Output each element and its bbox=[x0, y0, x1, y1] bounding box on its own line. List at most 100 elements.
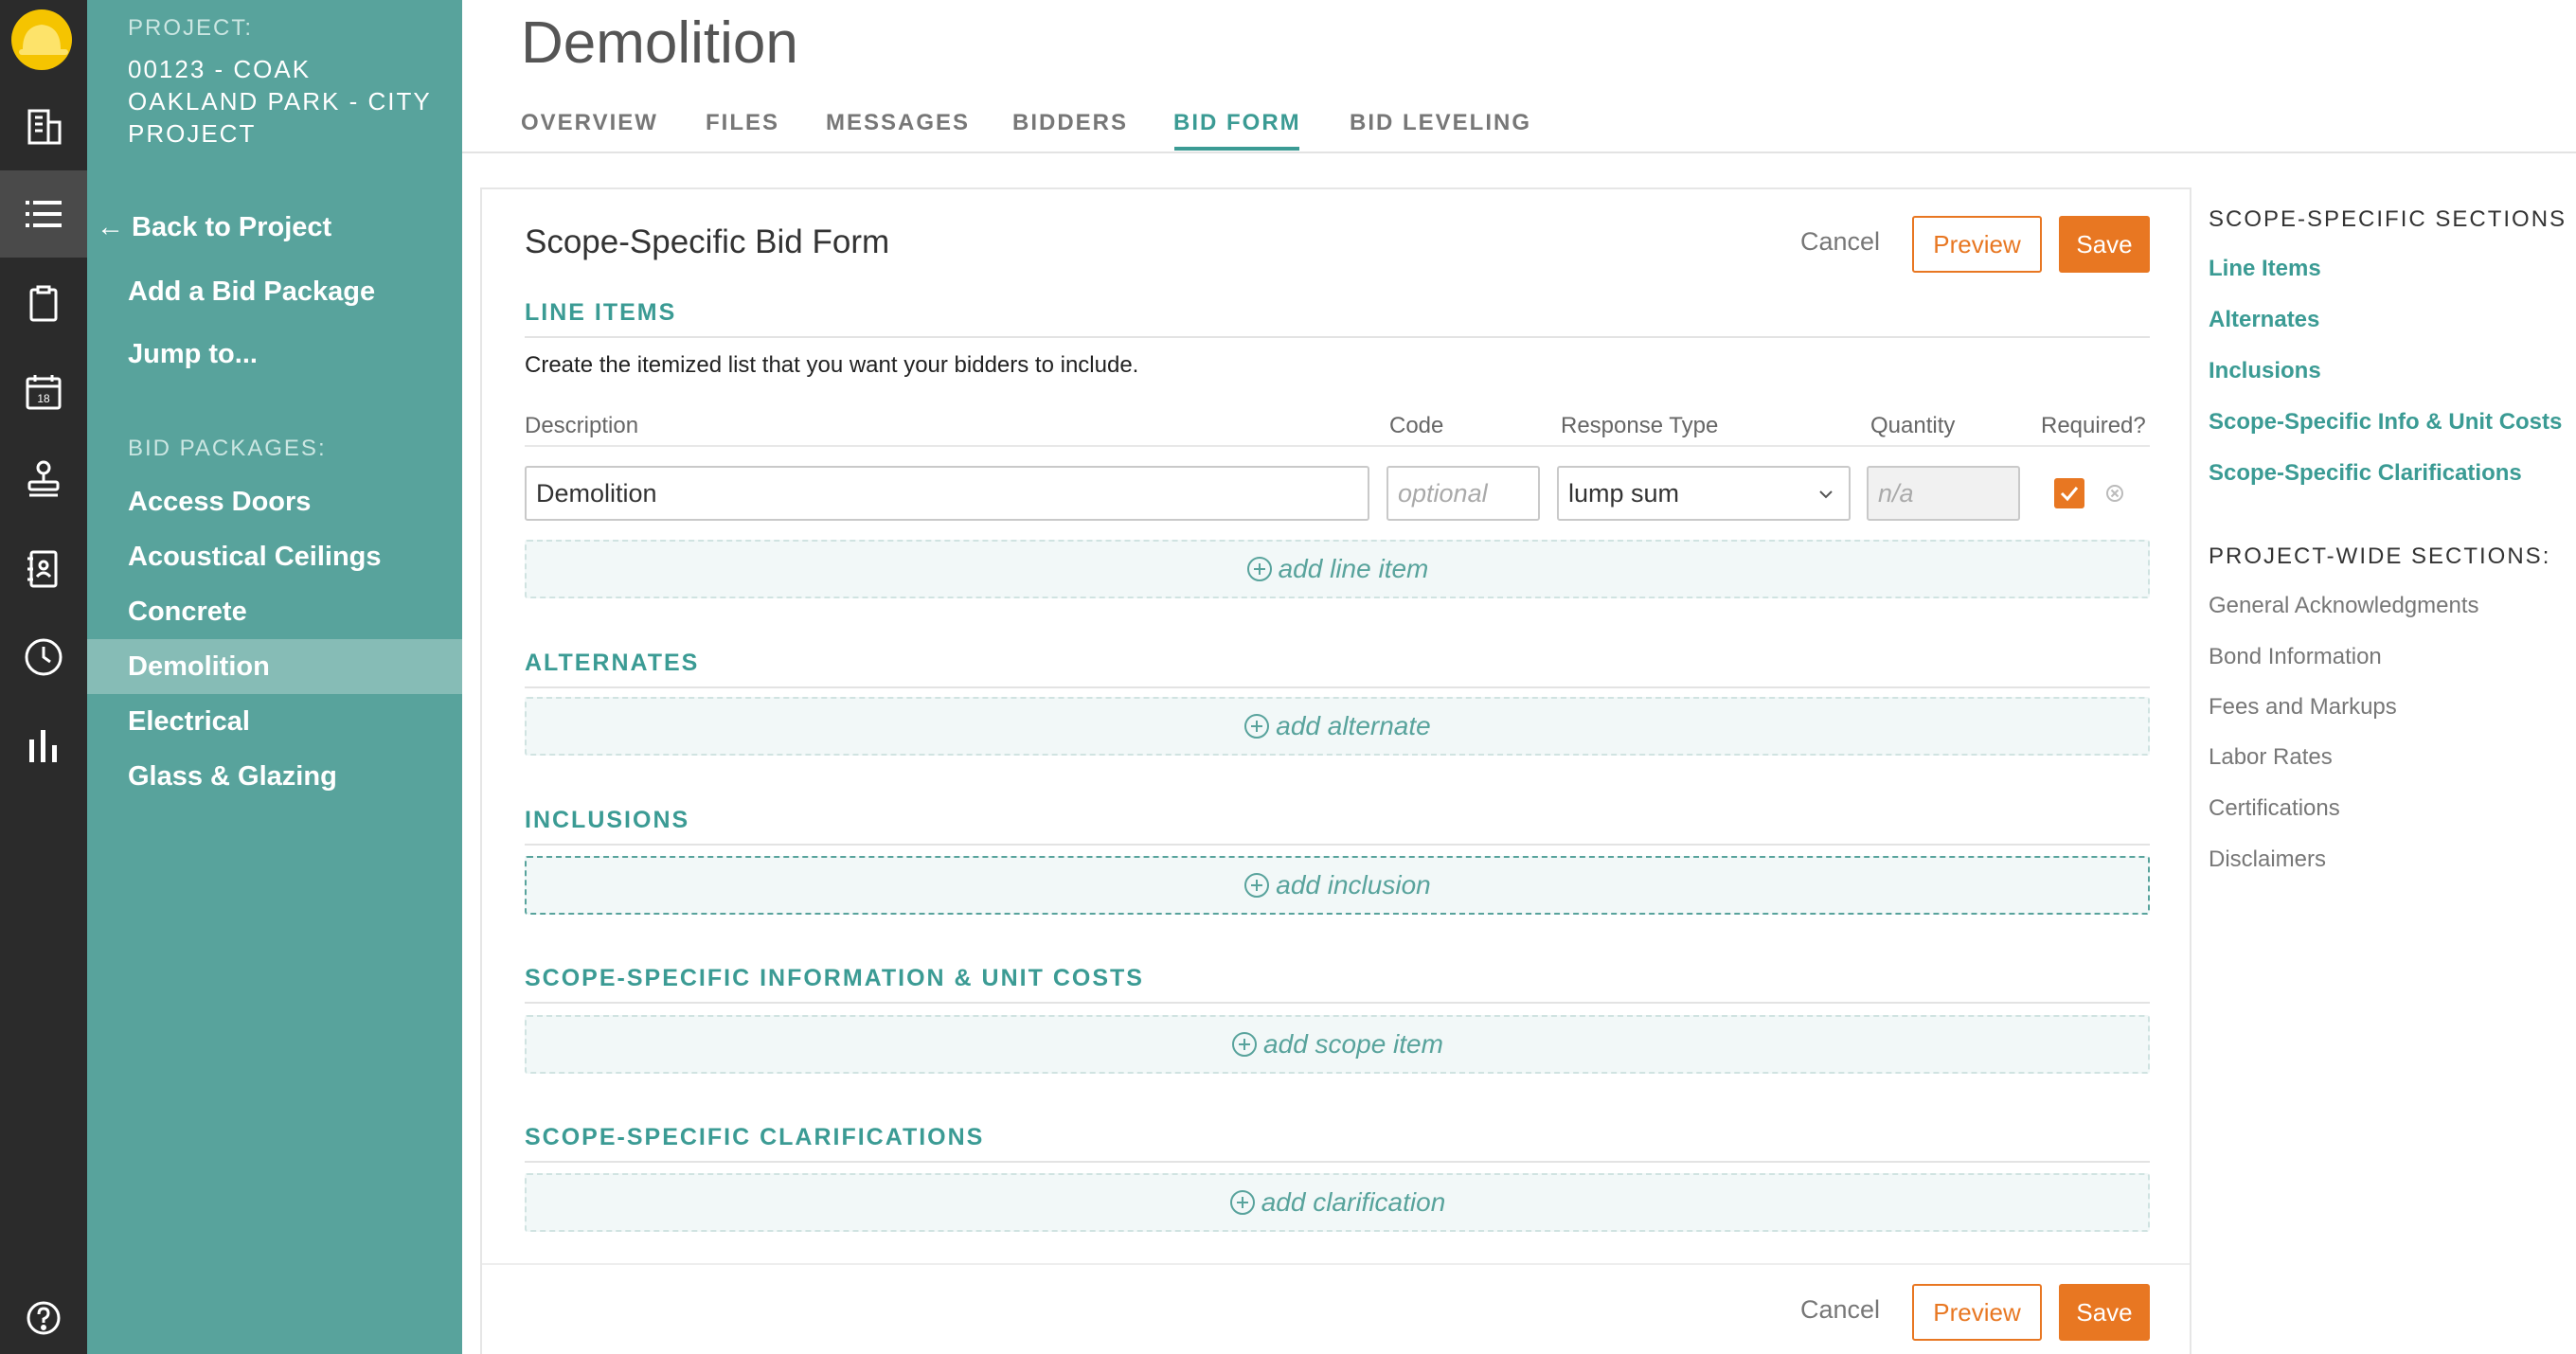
tab-bid-leveling[interactable]: BID LEVELING bbox=[1350, 110, 1531, 136]
description-input[interactable]: Demolition bbox=[525, 466, 1369, 521]
required-checkbox[interactable] bbox=[2054, 478, 2084, 508]
rail-approvals[interactable] bbox=[0, 436, 87, 523]
preview-button-bottom[interactable]: Preview bbox=[1912, 1284, 2042, 1341]
add-alternate-label: add alternate bbox=[1276, 711, 1431, 740]
rail-directory[interactable] bbox=[0, 526, 87, 613]
section-link[interactable]: Scope-Specific Clarifications bbox=[2209, 460, 2522, 487]
line-items-heading: LINE ITEMS bbox=[525, 299, 2150, 338]
inclusions-heading: INCLUSIONS bbox=[525, 807, 2150, 846]
section-link[interactable]: Alternates bbox=[2209, 307, 2319, 333]
calendar-day: 18 bbox=[37, 392, 50, 405]
stamp-icon bbox=[27, 460, 60, 497]
project-section-link[interactable]: Certifications bbox=[2209, 795, 2340, 822]
active-tab-indicator bbox=[1174, 147, 1299, 151]
column-required: Required? bbox=[2041, 413, 2146, 438]
save-button-bottom[interactable]: Save bbox=[2059, 1284, 2150, 1341]
hardhat-logo-icon[interactable] bbox=[9, 8, 74, 72]
project-section-link[interactable]: Bond Information bbox=[2209, 644, 2382, 670]
column-description: Description bbox=[525, 413, 639, 438]
tab-bidders[interactable]: BIDDERS bbox=[1012, 110, 1128, 136]
section-link[interactable]: Line Items bbox=[2209, 256, 2321, 282]
bid-packages-label: BID PACKAGES: bbox=[128, 436, 327, 461]
column-response-type: Response Type bbox=[1561, 413, 1719, 438]
remove-row-icon[interactable] bbox=[2105, 484, 2124, 503]
chevron-down-icon bbox=[1819, 490, 1833, 499]
plus-circle-icon bbox=[1244, 873, 1270, 898]
cancel-button[interactable]: Cancel bbox=[1800, 227, 1880, 257]
scope-sections-heading: SCOPE-SPECIFIC SECTIONS bbox=[2209, 206, 2567, 232]
project-section-link[interactable]: Labor Rates bbox=[2209, 744, 2333, 771]
clock-icon bbox=[25, 638, 63, 676]
section-link[interactable]: Scope-Specific Info & Unit Costs bbox=[2209, 409, 2562, 436]
add-alternate-button[interactable]: add alternate bbox=[525, 697, 2150, 756]
tab-files[interactable]: FILES bbox=[706, 110, 779, 136]
project-sections-heading: PROJECT-WIDE SECTIONS: bbox=[2209, 543, 2551, 569]
plus-circle-icon bbox=[1244, 714, 1270, 739]
clarifications-heading: SCOPE-SPECIFIC CLARIFICATIONS bbox=[525, 1124, 2150, 1163]
bar-chart-icon bbox=[29, 730, 57, 762]
code-input[interactable]: optional bbox=[1386, 466, 1540, 521]
bid-package-item[interactable]: Glass & Glazing bbox=[87, 749, 462, 804]
add-line-item-label: add line item bbox=[1278, 554, 1429, 583]
tab-overview[interactable]: OVERVIEW bbox=[521, 110, 658, 136]
add-line-item-button[interactable]: add line item bbox=[525, 540, 2150, 598]
add-scope-item-button[interactable]: add scope item bbox=[525, 1015, 2150, 1074]
add-bid-package-link[interactable]: Add a Bid Package bbox=[128, 276, 375, 308]
help-icon bbox=[27, 1301, 61, 1335]
rail-history[interactable] bbox=[0, 614, 87, 701]
list-icon bbox=[26, 201, 62, 227]
bid-package-item[interactable]: Acoustical Ceilings bbox=[87, 529, 462, 584]
bid-form-card: Scope-Specific Bid Form Cancel Preview S… bbox=[480, 187, 2191, 1354]
page-title: Demolition bbox=[521, 10, 798, 76]
project-sidebar: PROJECT: 00123 - COAK OAKLAND PARK - CIT… bbox=[87, 0, 462, 1354]
preview-button[interactable]: Preview bbox=[1912, 216, 2042, 273]
project-name: 00123 - COAK OAKLAND PARK - CITY PROJECT bbox=[128, 55, 432, 148]
project-section-link[interactable]: General Acknowledgments bbox=[2209, 593, 2479, 619]
column-code: Code bbox=[1389, 413, 1444, 438]
clipboard-icon bbox=[29, 285, 58, 322]
project-label: PROJECT: bbox=[128, 15, 254, 41]
scope-info-heading: SCOPE-SPECIFIC INFORMATION & UNIT COSTS bbox=[525, 965, 2150, 1004]
response-type-value: lump sum bbox=[1568, 478, 1680, 508]
tab-bid-form[interactable]: BID FORM bbox=[1173, 110, 1301, 136]
response-type-select[interactable]: lump sum bbox=[1557, 466, 1851, 521]
plus-circle-icon bbox=[1229, 1190, 1255, 1215]
add-inclusion-label: add inclusion bbox=[1276, 870, 1431, 900]
footer-divider bbox=[482, 1263, 2190, 1265]
tab-messages[interactable]: MESSAGES bbox=[826, 110, 970, 136]
rail-tasks[interactable] bbox=[0, 260, 87, 347]
alternates-heading: ALTERNATES bbox=[525, 650, 2150, 688]
bid-package-item-active[interactable]: Demolition bbox=[87, 639, 462, 694]
section-link[interactable]: Inclusions bbox=[2209, 358, 2321, 384]
project-section-link[interactable]: Fees and Markups bbox=[2209, 694, 2397, 721]
bid-package-item[interactable]: Access Doors bbox=[87, 474, 462, 529]
add-clarification-button[interactable]: add clarification bbox=[525, 1173, 2150, 1232]
icon-rail: 18 bbox=[0, 0, 87, 1354]
header-divider bbox=[462, 151, 2576, 153]
column-quantity: Quantity bbox=[1870, 413, 1956, 438]
add-inclusion-button[interactable]: add inclusion bbox=[525, 856, 2150, 915]
address-book-icon bbox=[27, 550, 58, 588]
rail-bid-packages[interactable] bbox=[0, 170, 87, 258]
save-button[interactable]: Save bbox=[2059, 216, 2150, 273]
jump-to-link[interactable]: Jump to... bbox=[128, 339, 258, 370]
plus-circle-icon bbox=[1246, 557, 1272, 581]
checkmark-icon bbox=[2060, 487, 2079, 502]
project-section-link[interactable]: Disclaimers bbox=[2209, 846, 2326, 873]
form-title: Scope-Specific Bid Form bbox=[525, 223, 890, 260]
back-to-project-link[interactable]: ← Back to Project bbox=[97, 212, 331, 243]
rail-help[interactable] bbox=[0, 1274, 87, 1354]
rail-reports[interactable] bbox=[0, 703, 87, 790]
bid-package-item[interactable]: Concrete bbox=[87, 584, 462, 639]
quantity-input: n/a bbox=[1867, 466, 2020, 521]
rail-calendar[interactable]: 18 bbox=[0, 348, 87, 436]
rail-projects[interactable] bbox=[0, 83, 87, 170]
building-icon bbox=[27, 109, 62, 145]
add-clarification-label: add clarification bbox=[1261, 1187, 1446, 1217]
plus-circle-icon bbox=[1232, 1032, 1258, 1057]
column-header-divider bbox=[525, 445, 2150, 447]
line-items-description: Create the itemized list that you want y… bbox=[525, 352, 1139, 378]
bid-package-item[interactable]: Electrical bbox=[87, 694, 462, 749]
cancel-button-bottom[interactable]: Cancel bbox=[1800, 1295, 1880, 1325]
add-scope-item-label: add scope item bbox=[1263, 1029, 1443, 1059]
